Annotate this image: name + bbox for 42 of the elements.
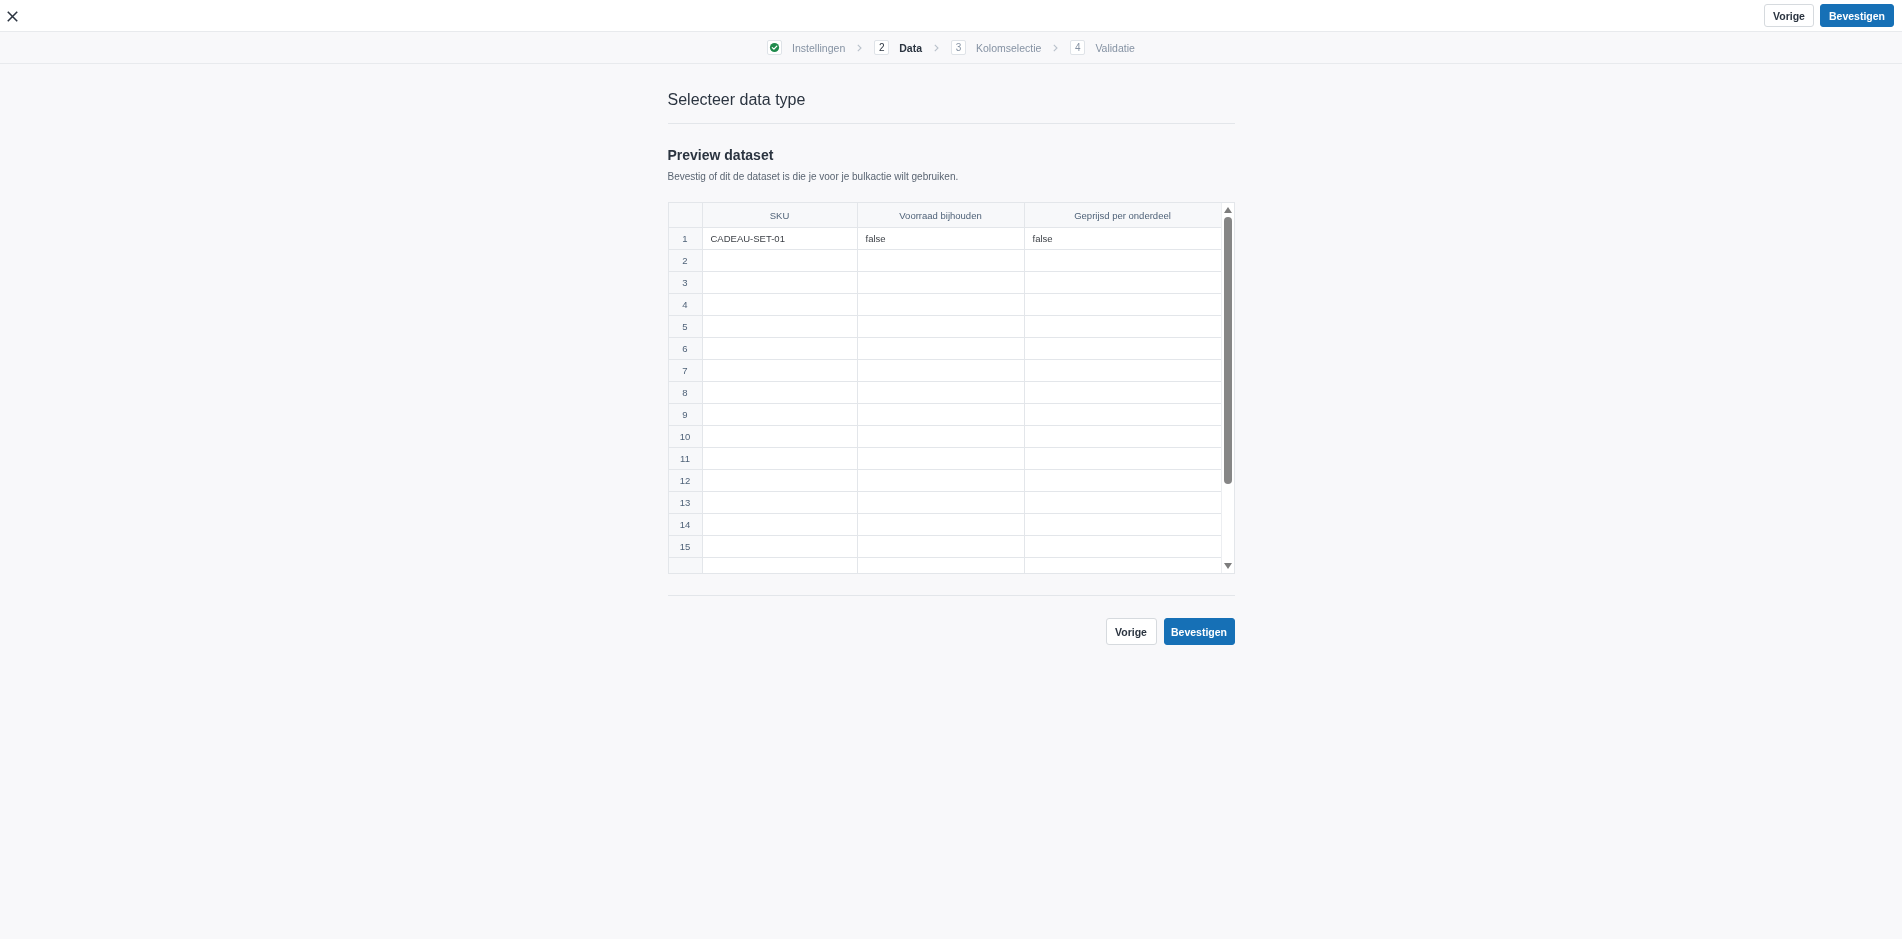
step-label: Kolomselectie <box>976 41 1042 54</box>
chevron-right-icon <box>857 43 863 52</box>
preview-title: Preview dataset <box>667 146 775 164</box>
preview-description: Bevestig of dit de dataset is die je voor je bulkactie wilt gebruiken. <box>667 170 960 184</box>
row-number: 3 <box>668 272 703 293</box>
scroll-up-icon[interactable] <box>1223 207 1232 213</box>
step-label: Instellingen <box>792 41 846 54</box>
table-cell-text: false <box>864 232 887 246</box>
back-button[interactable]: Vorige <box>1105 618 1157 645</box>
confirm-button[interactable]: Bevestigen <box>1163 618 1235 645</box>
step-label: Validatie <box>1095 41 1135 54</box>
row-number: 2 <box>668 250 703 271</box>
row-number: 13 <box>668 492 703 513</box>
chevron-right-icon <box>934 43 939 52</box>
table-cell-text: false <box>1031 232 1054 246</box>
row-number: 8 <box>668 382 703 403</box>
row-number: 6 <box>668 338 703 359</box>
column-header: SKU <box>702 203 858 227</box>
table-cell-text: CADEAU-SET-01 <box>709 232 786 246</box>
step-number: 2 <box>874 40 890 55</box>
row-number: 10 <box>668 426 703 447</box>
row-number: 4 <box>668 294 703 315</box>
step-label: Data <box>899 41 922 54</box>
back-button[interactable]: Vorige <box>1764 4 1814 27</box>
scrollbar-thumb[interactable] <box>1223 217 1232 484</box>
row-number: 7 <box>668 360 703 381</box>
column-header: Geprijsd per onderdeel <box>1024 203 1221 227</box>
chevron-right-icon <box>1053 43 1059 52</box>
step-number: 4 <box>1070 40 1086 55</box>
row-number: 5 <box>668 316 703 337</box>
scroll-down-icon[interactable] <box>1223 563 1232 569</box>
section-title: Selecteer data type <box>667 90 807 110</box>
row-number: 11 <box>668 448 703 469</box>
row-number: 15 <box>668 536 703 557</box>
row-number: 12 <box>668 470 703 491</box>
column-header: Voorraad bijhouden <box>857 203 1025 227</box>
confirm-button[interactable]: Bevestigen <box>1819 4 1894 27</box>
step-number: 3 <box>951 40 966 55</box>
row-number: 1 <box>668 228 703 249</box>
row-number: 14 <box>668 514 703 535</box>
row-number: 9 <box>668 404 703 425</box>
close-icon[interactable] <box>7 10 18 22</box>
